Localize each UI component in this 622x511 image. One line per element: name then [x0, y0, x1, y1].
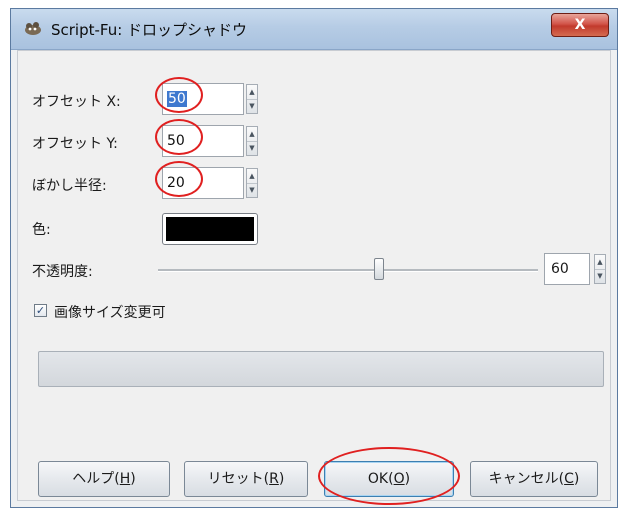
blur-radius-value: 20	[167, 175, 185, 191]
blur-radius-label: ぼかし半径:	[32, 178, 107, 194]
offset-y-stepper[interactable]: ▲ ▼	[246, 126, 258, 156]
offset-y-label: オフセット Y:	[32, 136, 118, 152]
offset-y-input[interactable]: 50	[162, 125, 244, 157]
offset-x-stepper[interactable]: ▲ ▼	[246, 84, 258, 114]
script-fu-dialog: Script-Fu: ドロップシャドウ X オフセット X: 50 ▲ ▼ オフ…	[10, 8, 618, 508]
opacity-slider-thumb[interactable]	[374, 258, 384, 280]
cancel-button-label: キャンセル(	[488, 471, 565, 487]
stepper-down-icon[interactable]: ▼	[247, 99, 257, 113]
allow-resize-label[interactable]: 画像サイズ変更可	[54, 302, 166, 322]
window-title: Script-Fu: ドロップシャドウ	[51, 21, 248, 39]
reset-button-label: リセット(	[207, 471, 270, 487]
stepper-down-icon[interactable]: ▼	[247, 141, 257, 155]
reset-button[interactable]: リセット(R)	[184, 461, 308, 497]
reset-close-paren: )	[278, 471, 285, 487]
help-close-paren: )	[130, 471, 136, 487]
stepper-up-icon[interactable]: ▲	[247, 127, 257, 142]
stepper-down-icon[interactable]: ▼	[247, 183, 257, 197]
color-button[interactable]	[162, 213, 258, 245]
stepper-down-icon[interactable]: ▼	[595, 269, 605, 283]
offset-y-value: 50	[167, 133, 185, 149]
close-icon: X	[574, 17, 586, 33]
stepper-up-icon[interactable]: ▲	[247, 169, 257, 184]
offset-x-input[interactable]: 50	[162, 83, 244, 115]
dialog-content: オフセット X: 50 ▲ ▼ オフセット Y: 50 ▲ ▼ ぼかし半径: 2…	[17, 50, 611, 505]
offset-x-label: オフセット X:	[32, 94, 121, 110]
color-swatch-fill	[166, 217, 254, 241]
title-bar[interactable]: Script-Fu: ドロップシャドウ X	[11, 9, 617, 50]
ok-button[interactable]: OK(O)	[324, 461, 454, 497]
allow-resize-checkbox[interactable]: ✓	[34, 304, 47, 317]
close-button[interactable]: X	[551, 13, 609, 37]
ok-close-paren: )	[404, 471, 411, 487]
help-button[interactable]: ヘルプ(H)	[38, 461, 170, 497]
reset-mnemonic: R	[269, 471, 279, 487]
cancel-close-paren: )	[573, 471, 580, 487]
ok-button-label: OK(	[367, 471, 394, 487]
stepper-up-icon[interactable]: ▲	[595, 255, 605, 270]
opacity-value: 60	[551, 261, 569, 277]
offset-x-value: 50	[167, 91, 187, 107]
blur-radius-input[interactable]: 20	[162, 167, 244, 199]
cancel-mnemonic: C	[564, 471, 574, 487]
opacity-input[interactable]: 60	[544, 253, 590, 285]
blur-radius-stepper[interactable]: ▲ ▼	[246, 168, 258, 198]
color-label: 色:	[32, 222, 51, 238]
help-button-label: ヘルプ(	[72, 471, 120, 487]
stepper-up-icon[interactable]: ▲	[247, 85, 257, 100]
opacity-slider-track[interactable]	[158, 269, 538, 272]
check-icon: ✓	[35, 304, 46, 317]
help-mnemonic: H	[119, 471, 131, 487]
opacity-stepper[interactable]: ▲ ▼	[594, 254, 606, 284]
ok-mnemonic: O	[393, 471, 405, 487]
cancel-button[interactable]: キャンセル(C)	[470, 461, 598, 497]
opacity-label: 不透明度:	[32, 264, 93, 280]
gimp-icon	[25, 22, 41, 35]
progress-bar	[38, 351, 604, 387]
